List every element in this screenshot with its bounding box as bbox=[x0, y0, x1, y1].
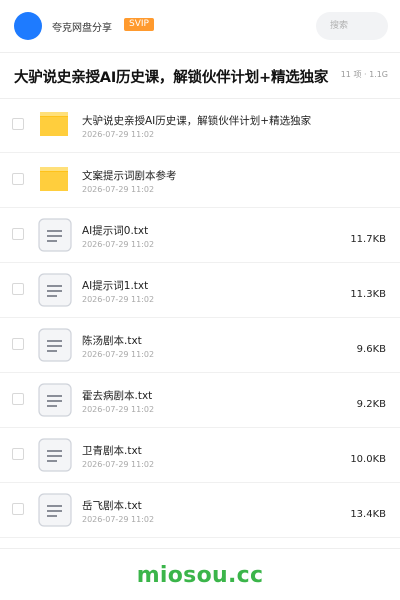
file-size: 13.4KB bbox=[350, 509, 386, 520]
file-name: 大驴说史亲授AI历史课，解锁伙伴计划+精选独家 bbox=[82, 115, 312, 127]
text-file-icon bbox=[38, 493, 72, 527]
text-file-icon bbox=[38, 218, 72, 252]
select-checkbox[interactable] bbox=[12, 503, 24, 515]
file-size: 11.7KB bbox=[350, 234, 386, 245]
share-page: 夸克网盘分享 SVIP 搜索 大驴说史亲授AI历史课，解锁伙伴计划+精选独家 1… bbox=[0, 0, 400, 600]
file-date: 2026-07-29 11:02 bbox=[82, 405, 155, 414]
file-row[interactable]: 陈汤剧本.txt 2026-07-29 11:02 9.6KB bbox=[0, 318, 400, 373]
select-checkbox[interactable] bbox=[12, 448, 24, 460]
select-checkbox[interactable] bbox=[12, 283, 24, 295]
search-input[interactable]: 搜索 bbox=[316, 12, 388, 40]
file-list: 大驴说史亲授AI历史课，解锁伙伴计划+精选独家 2026-07-29 11:02 文… bbox=[0, 98, 400, 538]
file-date: 2026-07-29 11:02 bbox=[82, 515, 155, 524]
file-row[interactable]: AI提示词1.txt 2026-07-29 11:02 11.3KB bbox=[0, 263, 400, 318]
file-date: 2026-07-29 11:02 bbox=[82, 130, 155, 139]
file-row[interactable]: 大驴说史亲授AI历史课，解锁伙伴计划+精选独家 2026-07-29 11:02 bbox=[0, 98, 400, 153]
file-row[interactable]: 霍去病剧本.txt 2026-07-29 11:02 9.2KB bbox=[0, 373, 400, 428]
file-date: 2026-07-29 11:02 bbox=[82, 185, 155, 194]
file-size: 9.2KB bbox=[356, 399, 386, 410]
user-name: 夸克网盘分享 bbox=[52, 23, 112, 34]
file-name: 陈汤剧本.txt bbox=[82, 335, 142, 347]
file-size: 9.6KB bbox=[356, 344, 386, 355]
file-row[interactable]: 卫青剧本.txt 2026-07-29 11:02 10.0KB bbox=[0, 428, 400, 483]
file-name: 霍去病剧本.txt bbox=[82, 390, 153, 402]
file-name: 文案提示词剧本参考 bbox=[82, 170, 177, 182]
file-date: 2026-07-29 11:02 bbox=[82, 350, 155, 359]
header-bar: 夸克网盘分享 SVIP 搜索 bbox=[0, 0, 400, 53]
file-row[interactable]: 岳飞剧本.txt 2026-07-29 11:02 13.4KB bbox=[0, 483, 400, 538]
select-checkbox[interactable] bbox=[12, 173, 24, 185]
select-checkbox[interactable] bbox=[12, 118, 24, 130]
folder-icon bbox=[38, 163, 70, 195]
select-checkbox[interactable] bbox=[12, 393, 24, 405]
share-title-row: 大驴说史亲授AI历史课，解锁伙伴计划+精选独家 11 项 · 1.1G bbox=[0, 52, 400, 99]
folder-icon bbox=[38, 108, 70, 140]
file-name: AI提示词1.txt bbox=[82, 280, 149, 292]
file-name: 岳飞剧本.txt bbox=[82, 500, 142, 512]
footer-bar: miosou.cc bbox=[0, 548, 400, 600]
avatar[interactable] bbox=[14, 12, 42, 40]
text-file-icon bbox=[38, 273, 72, 307]
watermark-text: miosou.cc bbox=[136, 563, 264, 588]
file-date: 2026-07-29 11:02 bbox=[82, 460, 155, 469]
file-date: 2026-07-29 11:02 bbox=[82, 240, 155, 249]
select-checkbox[interactable] bbox=[12, 338, 24, 350]
share-meta: 11 项 · 1.1G bbox=[338, 69, 388, 80]
page-title: 大驴说史亲授AI历史课，解锁伙伴计划+精选独家 bbox=[14, 70, 329, 86]
select-checkbox[interactable] bbox=[12, 228, 24, 240]
search-placeholder: 搜索 bbox=[330, 21, 349, 31]
text-file-icon bbox=[38, 438, 72, 472]
text-file-icon bbox=[38, 383, 72, 417]
file-row[interactable]: AI提示词0.txt 2026-07-29 11:02 11.7KB bbox=[0, 208, 400, 263]
file-date: 2026-07-29 11:02 bbox=[82, 295, 155, 304]
file-size: 10.0KB bbox=[350, 454, 386, 465]
file-name: AI提示词0.txt bbox=[82, 225, 149, 237]
file-name: 卫青剧本.txt bbox=[82, 445, 142, 457]
file-size: 11.3KB bbox=[350, 289, 386, 300]
file-row[interactable]: 文案提示词剧本参考 2026-07-29 11:02 bbox=[0, 153, 400, 208]
text-file-icon bbox=[38, 328, 72, 362]
svip-badge: SVIP bbox=[124, 18, 154, 31]
